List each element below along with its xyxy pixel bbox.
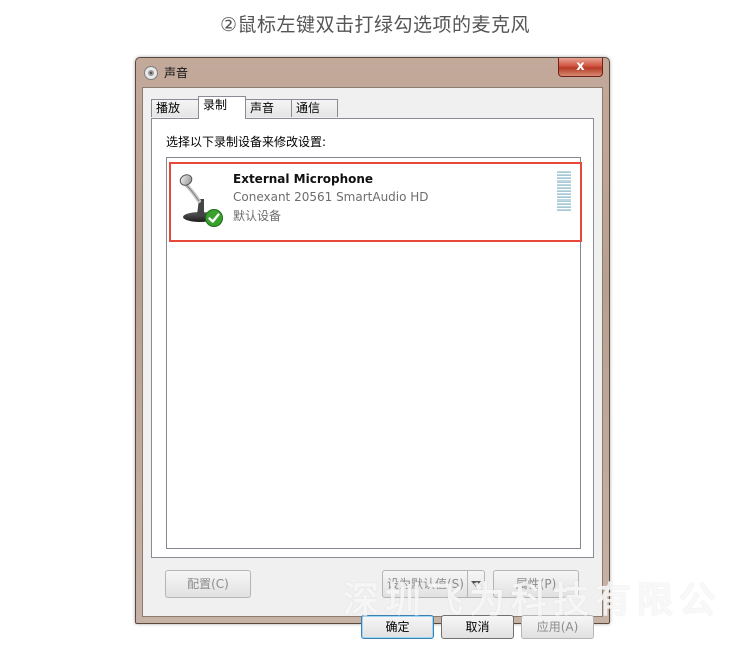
instruction-caption: ②鼠标左键双击打绿勾选项的麦克风 [219,14,531,36]
level-segment [557,193,571,196]
title-bar[interactable]: 声音 x [136,58,609,86]
configure-button-label: 配置(C) [187,577,229,591]
device-driver: Conexant 20561 SmartAudio HD [233,190,429,204]
level-segment [557,199,571,202]
level-segment [557,177,571,180]
level-segment [557,196,571,199]
level-segment [557,183,571,186]
level-segment [557,189,571,193]
configure-button[interactable]: 配置(C) [165,570,251,598]
properties-button-label: 属性(P) [515,577,557,591]
device-name: External Microphone [233,172,374,186]
level-segment [557,205,571,208]
apply-button[interactable]: 应用(A) [521,615,594,639]
level-segment [557,180,571,183]
device-status: 默认设备 [233,209,282,223]
set-default-button-label: 设为默认值(S) [387,577,464,591]
tab-playback-label: 播放 [156,101,181,115]
properties-button[interactable]: 属性(P) [493,570,579,598]
sound-dialog: 声音 x 播放 录制 声音 通信 选择以下录制设备来修改设置: External… [135,57,610,639]
level-segment [557,186,571,189]
panel-instruction: 选择以下录制设备来修改设置: [166,135,327,149]
recording-tab-panel: 选择以下录制设备来修改设置: External Microphone Conex… [151,118,594,558]
ok-button[interactable]: 确定 [361,615,434,639]
green-check-icon [205,209,223,227]
tab-communications[interactable]: 通信 [291,99,338,117]
cancel-button-label: 取消 [465,620,490,634]
tab-sounds-label: 声音 [250,101,275,115]
level-segment [557,174,571,177]
close-icon: x [576,59,585,74]
tab-communications-label: 通信 [296,101,321,115]
window-title: 声音 [164,66,189,80]
recording-device-list[interactable]: External Microphone Conexant 20561 Smart… [166,157,582,549]
tab-sounds[interactable]: 声音 [245,99,292,117]
device-item-external-microphone[interactable]: External Microphone Conexant 20561 Smart… [169,162,582,242]
level-segment [557,202,571,205]
speaker-icon [143,65,159,81]
ok-button-label: 确定 [385,620,410,634]
set-default-button[interactable]: 设为默认值(S) [382,570,485,598]
input-level-meter [557,171,571,212]
cancel-button[interactable]: 取消 [441,615,514,639]
tab-playback[interactable]: 播放 [151,99,199,117]
close-button[interactable]: x [558,58,603,77]
apply-button-label: 应用(A) [536,620,579,634]
level-segment [557,208,571,212]
tab-recording-label: 录制 [203,98,228,112]
dialog-client-area: 播放 录制 声音 通信 选择以下录制设备来修改设置: External Micr… [142,87,603,639]
chevron-down-icon[interactable] [467,571,484,597]
level-segment [557,171,571,174]
tab-recording[interactable]: 录制 [198,96,246,119]
